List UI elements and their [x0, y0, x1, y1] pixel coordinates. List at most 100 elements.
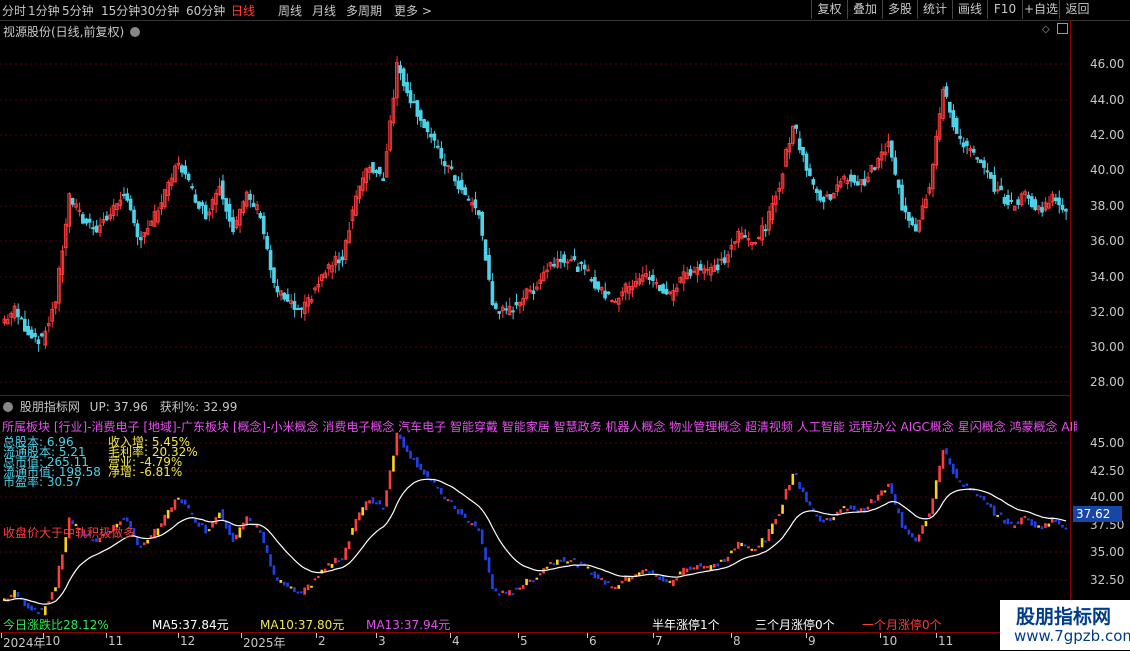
one-month-limit-up: 一个月涨停0个	[862, 618, 942, 632]
toolbar-button[interactable]: 画线	[952, 0, 987, 19]
period-tab[interactable]: 多周期	[346, 2, 382, 19]
candlestick-chart[interactable]	[0, 40, 1070, 395]
indicator-bar	[610, 586, 614, 589]
candle-body	[261, 215, 266, 235]
period-tab[interactable]: 15分钟	[101, 2, 140, 19]
candle-body	[497, 311, 502, 314]
candle-body	[804, 153, 809, 171]
indicator-bar	[665, 579, 668, 583]
indicator-bar	[743, 544, 747, 547]
indicator-bar	[839, 509, 842, 513]
indicator-bar	[231, 532, 235, 542]
candle-body	[893, 157, 898, 175]
candle-body	[849, 174, 853, 182]
candle-body	[999, 185, 1003, 191]
candle-body	[661, 284, 665, 294]
indicator-bar	[736, 541, 740, 549]
toolbar-button[interactable]: 多股	[882, 0, 917, 19]
indicator-bar	[313, 578, 317, 581]
candle-body	[722, 257, 727, 264]
indicator-bar	[852, 505, 856, 510]
toolbar-button[interactable]: F10	[987, 0, 1022, 19]
candle-body	[907, 212, 911, 221]
indicator-bar	[979, 495, 982, 498]
dropdown-icon[interactable]	[130, 27, 141, 37]
toolbar-button[interactable]: 返回	[1059, 0, 1095, 19]
current-price-tag: 37.62	[1073, 506, 1122, 522]
indicator-bar	[43, 606, 47, 616]
indicator-bar	[965, 483, 969, 487]
indicator-bar	[163, 514, 167, 526]
indicator-bar	[1020, 517, 1023, 525]
candle-body	[296, 308, 300, 311]
candle-body	[197, 201, 201, 209]
candle-body	[910, 217, 915, 226]
period-tab[interactable]: 日线	[231, 2, 255, 19]
indicator-bar	[296, 591, 300, 594]
candle-body	[299, 307, 304, 310]
candle-body	[613, 300, 618, 303]
candle-body	[808, 168, 812, 176]
period-tab[interactable]: 1分钟	[28, 2, 60, 19]
indicator-bar	[695, 565, 699, 570]
indicator-bar	[467, 520, 470, 523]
toolbar-button[interactable]: +自选	[1022, 0, 1059, 19]
candle-body	[40, 333, 44, 337]
candle-body	[22, 318, 27, 332]
candle-body	[801, 146, 805, 156]
period-tab[interactable]: 5分钟	[62, 2, 94, 19]
diamond-icon[interactable]: ◇	[1042, 24, 1050, 35]
indicator-bar	[183, 499, 187, 505]
indicator-bar	[412, 457, 416, 460]
indicator-bar	[125, 517, 129, 522]
dropdown-icon[interactable]	[3, 402, 13, 412]
indicator-bar	[1006, 518, 1010, 525]
indicator-bar	[535, 577, 539, 580]
candle-body	[715, 264, 720, 271]
indicator-bar	[958, 480, 962, 483]
indicator-bar	[955, 468, 958, 479]
candle-body	[81, 214, 85, 224]
indicator-bar	[808, 501, 812, 506]
indicator-bar	[269, 554, 272, 567]
indicator-bar	[573, 558, 576, 561]
candle-body	[890, 140, 894, 158]
toolbar-button[interactable]: 叠加	[847, 0, 882, 19]
date-tick-mark	[731, 633, 732, 638]
indicator-bar	[538, 573, 542, 576]
maximize-icon[interactable]	[1057, 23, 1068, 34]
toolbar-button[interactable]: 统计	[917, 0, 952, 19]
indicator-bar	[426, 471, 429, 478]
candle-body	[337, 259, 341, 264]
period-tab[interactable]: 更多 >	[394, 2, 432, 19]
indicator-bar	[484, 547, 487, 561]
indicator-bar	[757, 545, 760, 548]
indicator-bar	[603, 580, 607, 585]
period-tab[interactable]: 月线	[312, 2, 336, 19]
indicator-bar	[282, 581, 286, 586]
date-tick-mark	[936, 633, 937, 638]
period-tab[interactable]: 30分钟	[140, 2, 179, 19]
candle-body	[988, 172, 993, 179]
indicator-bar	[962, 484, 965, 488]
indicator-bar	[880, 490, 883, 496]
period-tab[interactable]: 60分钟	[186, 2, 225, 19]
date-label: 10	[882, 634, 898, 648]
indicator-bar	[617, 585, 621, 589]
toolbar-button[interactable]: 复权	[811, 0, 847, 19]
indicator-bar	[450, 500, 453, 503]
candle-body	[377, 166, 382, 175]
indicator-bar	[917, 534, 921, 542]
period-tab[interactable]: 分时	[2, 2, 26, 19]
indicator-bar	[494, 588, 498, 592]
candle-body	[698, 264, 703, 271]
indicator-bar	[310, 585, 313, 588]
indicator-bar	[9, 594, 13, 598]
candle-body	[463, 187, 467, 196]
indicator-bar	[832, 517, 836, 521]
period-tab[interactable]: 周线	[278, 2, 302, 19]
indicator-bar	[190, 512, 194, 515]
candle-body	[449, 166, 454, 169]
indicator-bar	[364, 501, 368, 511]
indicator-bar	[678, 571, 682, 575]
